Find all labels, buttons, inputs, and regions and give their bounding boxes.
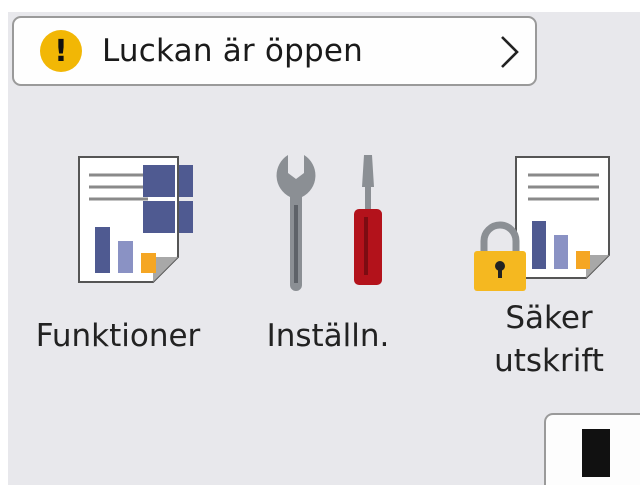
settings-app-button[interactable]: Inställn. bbox=[253, 145, 403, 358]
ink-status-button[interactable] bbox=[544, 413, 640, 485]
status-alert-bar[interactable]: ! Luckan är öppen bbox=[12, 16, 537, 86]
secure-print-label-line1: Säker bbox=[505, 300, 593, 336]
functions-label: Funktioner bbox=[35, 318, 201, 354]
secure-print-label-line2: utskrift bbox=[494, 343, 604, 379]
warning-icon: ! bbox=[40, 30, 82, 72]
ink-cartridge-icon bbox=[582, 429, 610, 477]
settings-label: Inställn. bbox=[266, 318, 390, 354]
status-message: Luckan är öppen bbox=[102, 33, 363, 69]
secure-print-app-button[interactable]: Säker utskrift bbox=[454, 145, 640, 395]
chevron-right-icon bbox=[501, 36, 519, 68]
functions-icon bbox=[78, 156, 193, 283]
top-strip bbox=[8, 0, 640, 12]
secure-print-icon bbox=[474, 156, 610, 291]
settings-tools-icon bbox=[276, 155, 382, 291]
secure-print-label: Säker utskrift bbox=[454, 297, 640, 383]
functions-app-button[interactable]: Funktioner bbox=[18, 145, 218, 358]
printer-screen: ! Luckan är öppen Funktioner Inställn. S… bbox=[8, 0, 640, 485]
warning-glyph: ! bbox=[54, 33, 68, 69]
